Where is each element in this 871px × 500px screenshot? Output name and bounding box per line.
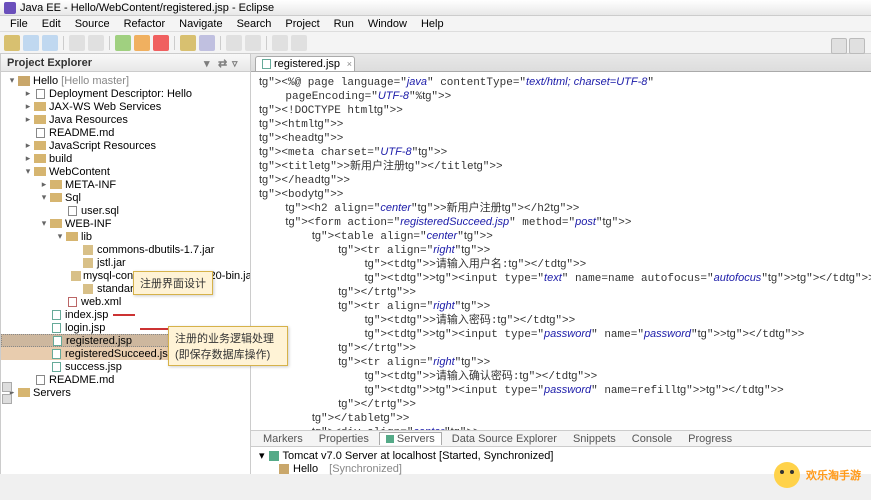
tab-snippets[interactable]: Snippets	[567, 433, 622, 445]
save-all-button[interactable]	[42, 35, 58, 51]
tree-jaxws[interactable]: ▸JAX-WS Web Services	[1, 100, 250, 113]
collapse-all-icon[interactable]: ▾	[204, 57, 216, 69]
callout-logic: 注册的业务逻辑处理(即保存数据库操作)	[168, 326, 288, 366]
tab-markers[interactable]: Markers	[257, 433, 309, 445]
watermark-text: 欢乐淘手游	[806, 467, 861, 483]
trim-stack	[2, 382, 12, 404]
menubar: File Edit Source Refactor Navigate Searc…	[0, 16, 871, 32]
menu-file[interactable]: File	[4, 18, 34, 30]
new-button[interactable]	[4, 35, 20, 51]
code-editor[interactable]: tg"><%@ page language="java" contentType…	[251, 72, 871, 430]
tree-servers[interactable]: ▸Servers	[1, 386, 250, 399]
window-titlebar: Java EE - Hello/WebContent/registered.js…	[0, 0, 871, 16]
editor-tab-label: registered.jsp	[274, 58, 340, 70]
perspective-java-icon[interactable]	[849, 38, 865, 54]
perspective-switcher	[831, 38, 865, 54]
search-button[interactable]	[226, 35, 242, 51]
tree-metainf[interactable]: ▸META-INF	[1, 178, 250, 191]
module-icon	[279, 464, 289, 474]
tab-progress[interactable]: Progress	[682, 433, 738, 445]
tomcat-icon	[269, 451, 279, 461]
tree-lib[interactable]: ▾lib	[1, 230, 250, 243]
nav-fwd-button[interactable]	[291, 35, 307, 51]
server-icon	[386, 435, 394, 443]
main-toolbar	[0, 32, 871, 54]
undo-button[interactable]	[69, 35, 85, 51]
jsp-icon	[262, 59, 271, 69]
tree-readme[interactable]: README.md	[1, 126, 250, 139]
tasklist-icon[interactable]	[2, 394, 12, 404]
menu-project[interactable]: Project	[279, 18, 325, 30]
window-title: Java EE - Hello/WebContent/registered.js…	[20, 2, 274, 14]
project-explorer-title: Project Explorer	[7, 57, 92, 69]
tree-js-resources[interactable]: ▸JavaScript Resources	[1, 139, 250, 152]
eclipse-icon	[4, 2, 16, 14]
tree-webinf[interactable]: ▾WEB-INF	[1, 217, 250, 230]
editor-tabs: registered.jsp ×	[251, 54, 871, 72]
editor-area: registered.jsp × tg"><%@ page language="…	[251, 54, 871, 474]
tree-build[interactable]: ▸build	[1, 152, 250, 165]
server-row-tomcat[interactable]: ▾Tomcat v7.0 Server at localhost [Starte…	[259, 449, 871, 462]
outline-icon[interactable]	[2, 382, 12, 392]
tree-jar-dbutils[interactable]: commons-dbutils-1.7.jar	[1, 243, 250, 256]
editor-tab-registered[interactable]: registered.jsp ×	[255, 56, 355, 71]
menu-navigate[interactable]: Navigate	[173, 18, 228, 30]
watermark: 欢乐淘手游	[774, 462, 861, 488]
debug-button[interactable]	[134, 35, 150, 51]
menu-source[interactable]: Source	[69, 18, 116, 30]
save-button[interactable]	[23, 35, 39, 51]
tab-servers[interactable]: Servers	[379, 432, 442, 445]
callout-arrow-1	[113, 314, 135, 316]
tab-properties[interactable]: Properties	[313, 433, 375, 445]
perspective-jee-icon[interactable]	[831, 38, 847, 54]
run-button[interactable]	[115, 35, 131, 51]
menu-help[interactable]: Help	[415, 18, 450, 30]
annotation-button[interactable]	[245, 35, 261, 51]
menu-window[interactable]: Window	[362, 18, 413, 30]
smiley-icon	[774, 462, 800, 488]
stop-button[interactable]	[153, 35, 169, 51]
tree-sql[interactable]: ▾Sql	[1, 191, 250, 204]
open-type-button[interactable]	[199, 35, 215, 51]
menu-run[interactable]: Run	[328, 18, 360, 30]
tree-usersql[interactable]: user.sql	[1, 204, 250, 217]
menu-refactor[interactable]: Refactor	[118, 18, 172, 30]
callout-design: 注册界面设计	[133, 271, 213, 295]
tab-dse[interactable]: Data Source Explorer	[446, 433, 563, 445]
tree-project-hello[interactable]: ▾Hello [Hello master]	[1, 74, 250, 87]
redo-button[interactable]	[88, 35, 104, 51]
tab-console[interactable]: Console	[626, 433, 678, 445]
tree-readme2[interactable]: README.md	[1, 373, 250, 386]
menu-edit[interactable]: Edit	[36, 18, 67, 30]
new-server-button[interactable]	[180, 35, 196, 51]
tree-java-resources[interactable]: ▸Java Resources	[1, 113, 250, 126]
view-menu-icon[interactable]: ▿	[232, 57, 244, 69]
nav-back-button[interactable]	[272, 35, 288, 51]
menu-search[interactable]: Search	[231, 18, 278, 30]
tree-webxml[interactable]: web.xml	[1, 295, 250, 308]
callout-arrow-2	[140, 328, 168, 330]
project-explorer-header: Project Explorer ▾ ⇄ ▿	[1, 54, 250, 72]
close-tab-icon[interactable]: ×	[347, 59, 352, 69]
bottom-view-tabs: Markers Properties Servers Data Source E…	[251, 430, 871, 446]
tree-jar-jstl[interactable]: jstl.jar	[1, 256, 250, 269]
tree-webcontent[interactable]: ▾WebContent	[1, 165, 250, 178]
link-editor-icon[interactable]: ⇄	[218, 57, 230, 69]
tree-deployment-descriptor[interactable]: ▸Deployment Descriptor: Hello	[1, 87, 250, 100]
project-explorer-view: Project Explorer ▾ ⇄ ▿ ▾Hello [Hello mas…	[1, 54, 251, 474]
